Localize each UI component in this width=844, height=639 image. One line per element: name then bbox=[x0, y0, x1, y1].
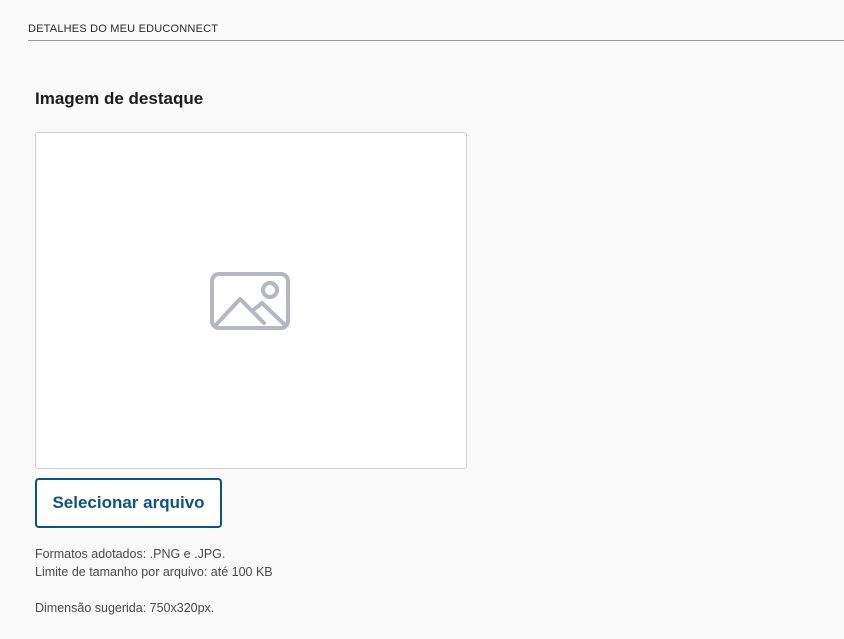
formats-help-text: Formatos adotados: .PNG e .JPG. bbox=[35, 547, 226, 561]
size-limit-help-text: Limite de tamanho por arquivo: até 100 K… bbox=[35, 565, 273, 579]
image-preview-box[interactable] bbox=[35, 132, 467, 469]
image-icon bbox=[210, 272, 290, 330]
section-title: DETALHES DO MEU EDUCONNECT bbox=[28, 23, 219, 35]
page: DETALHES DO MEU EDUCONNECT Imagem de des… bbox=[0, 0, 844, 639]
dimension-help-text: Dimensão sugerida: 750x320px. bbox=[35, 601, 215, 615]
section-header: DETALHES DO MEU EDUCONNECT bbox=[28, 19, 844, 41]
select-file-button[interactable]: Selecionar arquivo bbox=[35, 478, 222, 528]
featured-image-title: Imagem de destaque bbox=[35, 89, 204, 108]
